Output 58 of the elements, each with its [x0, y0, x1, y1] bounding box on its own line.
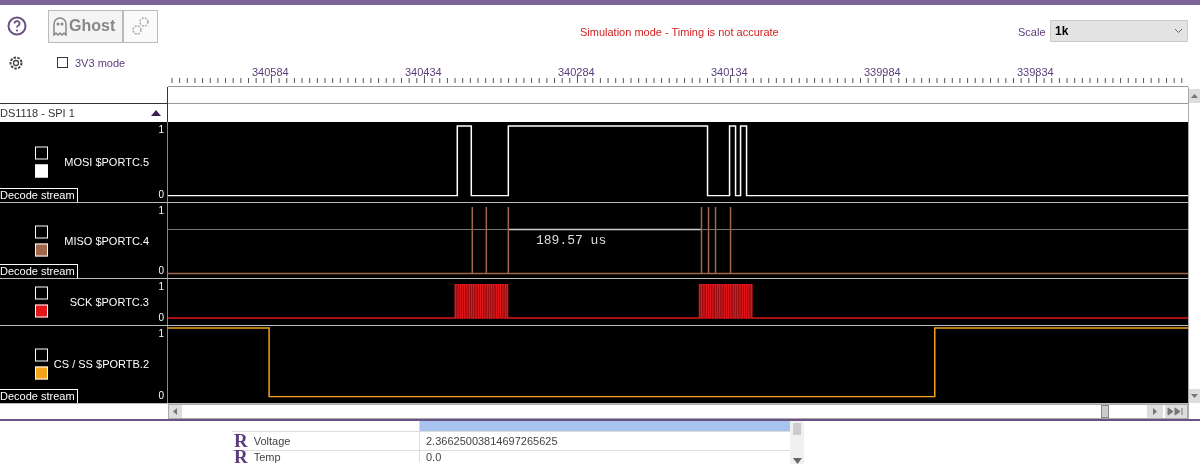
- mode-label: 3V3 mode: [75, 56, 126, 71]
- channel-checkbox[interactable]: [35, 348, 48, 362]
- table-scrollbar[interactable]: [790, 421, 804, 464]
- low-level-label: 0: [158, 188, 164, 203]
- settings-button[interactable]: [123, 9, 158, 43]
- channel-checkbox[interactable]: [35, 146, 48, 160]
- scroll-down-icon[interactable]: [1189, 389, 1200, 403]
- collapse-triangle-icon[interactable]: [151, 109, 161, 116]
- channel-checkbox[interactable]: [35, 286, 48, 300]
- scroll-up-icon[interactable]: [1189, 89, 1200, 103]
- high-level-label: 1: [158, 122, 164, 137]
- high-level-label: 1: [158, 326, 164, 341]
- scale-select[interactable]: 1k: [1050, 20, 1188, 42]
- scroll-down-icon[interactable]: [792, 458, 802, 464]
- vertical-scrollbar[interactable]: [1188, 87, 1200, 419]
- channel-name: MOSI $PORTC.5: [64, 154, 149, 170]
- chevron-down-icon: [1174, 28, 1183, 34]
- decode-stream-button[interactable]: Decode stream: [0, 188, 78, 203]
- variable-value: 0.0: [425, 450, 442, 463]
- variable-name: Voltage: [253, 435, 291, 447]
- low-level-label: 0: [158, 310, 164, 325]
- high-level-label: 1: [158, 279, 164, 294]
- low-level-label: 0: [158, 389, 164, 403]
- decode-stream-button[interactable]: Decode stream: [0, 263, 78, 278]
- color-swatch[interactable]: [35, 304, 48, 318]
- variable-type-icon: R: [234, 447, 248, 464]
- scroll-left-icon[interactable]: [169, 405, 182, 418]
- mode-checkbox[interactable]: [57, 57, 68, 68]
- scale-label: Scale: [1018, 25, 1046, 40]
- variable-type-icon: R: [234, 432, 248, 450]
- color-swatch[interactable]: [35, 243, 48, 257]
- high-level-label: 1: [158, 204, 164, 219]
- ghost-icon: [52, 16, 68, 36]
- variable-name: Temp: [253, 450, 281, 463]
- channel-name: MISO $PORTC.4: [64, 233, 149, 249]
- variable-value: 2.36625003814697265625: [425, 435, 558, 447]
- ruler-label: 340584: [252, 65, 289, 80]
- ruler-label: 340284: [558, 65, 595, 80]
- channel-name: SCK $PORTC.3: [69, 294, 149, 310]
- scroll-thumb[interactable]: [793, 423, 801, 435]
- ruler-label: 339984: [864, 65, 901, 80]
- horizontal-scrollbar[interactable]: [168, 404, 1188, 419]
- color-swatch[interactable]: [35, 164, 48, 178]
- ruler-label: 340134: [711, 65, 748, 80]
- help-icon[interactable]: [7, 16, 27, 36]
- low-level-label: 0: [158, 263, 164, 278]
- settings-icon[interactable]: [7, 54, 25, 72]
- ruler-label: 339834: [1017, 65, 1054, 80]
- scroll-thumb[interactable]: [1101, 405, 1109, 418]
- measurement-label: 189.57 us: [536, 232, 607, 251]
- decode-stream-button[interactable]: Decode stream: [0, 389, 78, 403]
- channel-name: CS / SS $PORTB.2: [53, 357, 149, 372]
- channel-checkbox[interactable]: [35, 225, 48, 239]
- scroll-right-icon[interactable]: [1147, 405, 1163, 418]
- skip-to-end-icon[interactable]: [1165, 405, 1187, 418]
- color-swatch[interactable]: [35, 366, 48, 380]
- ruler-label: 340434: [405, 65, 442, 80]
- simulation-warning: Simulation mode - Timing is not accurate: [580, 25, 779, 40]
